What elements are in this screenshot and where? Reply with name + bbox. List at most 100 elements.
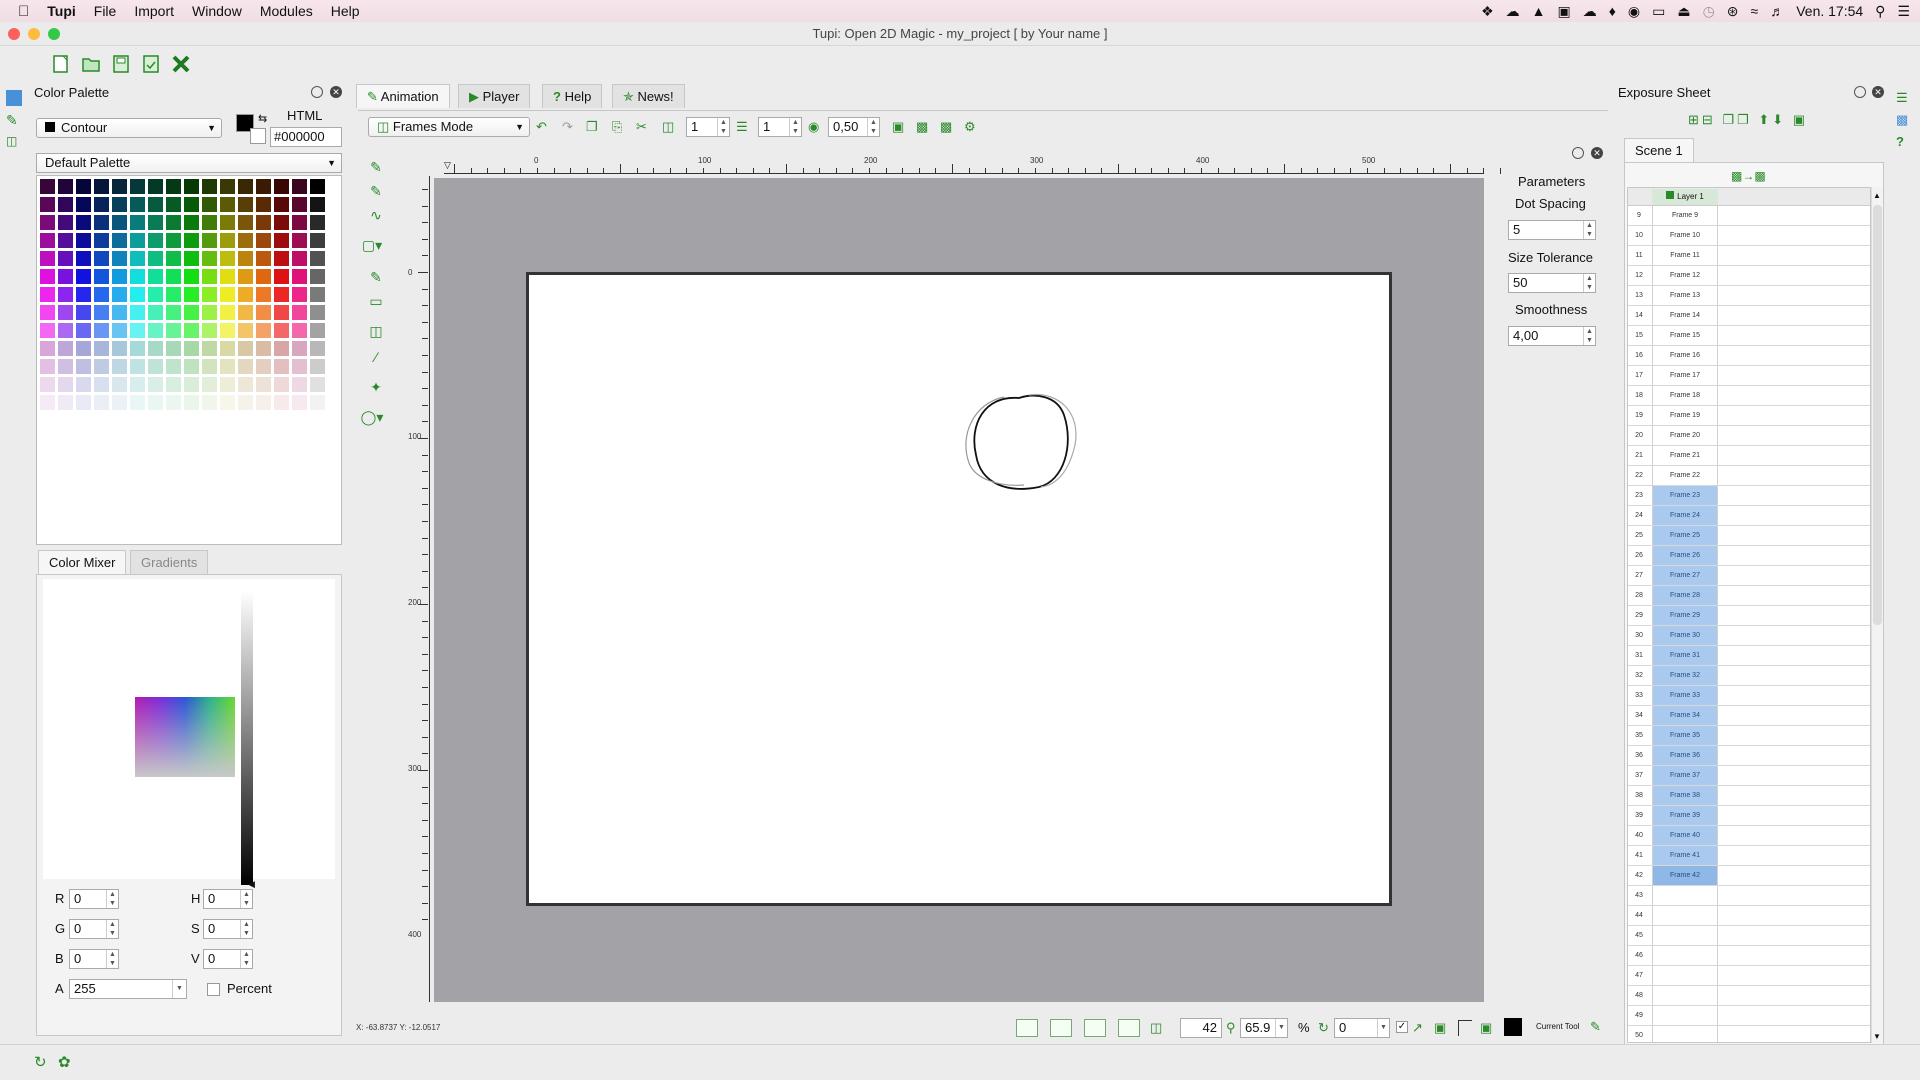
frame-cell[interactable]: Frame 22: [1652, 466, 1718, 485]
table-row[interactable]: 13 Frame 13: [1628, 286, 1870, 306]
move-up-icon[interactable]: ⬆: [1758, 112, 1772, 127]
html-color-input[interactable]: #000000: [270, 127, 342, 147]
previous-onion-skin-input[interactable]: 1 ▲ ▼: [686, 117, 730, 137]
clock[interactable]: Ven. 17:54: [1796, 3, 1863, 19]
frame-cell[interactable]: [1652, 966, 1718, 985]
palette-swatch[interactable]: [201, 232, 218, 249]
palette-swatch[interactable]: [57, 340, 74, 357]
frame-cell[interactable]: Frame 38: [1652, 786, 1718, 805]
palette-swatch[interactable]: [201, 214, 218, 231]
palette-swatch[interactable]: [183, 232, 200, 249]
grid-toggle-icon[interactable]: [1050, 1019, 1072, 1037]
palette-swatch[interactable]: [39, 304, 56, 321]
table-row[interactable]: 11 Frame 11: [1628, 246, 1870, 266]
table-row[interactable]: 38 Frame 38: [1628, 786, 1870, 806]
close-panel-button[interactable]: ✕: [330, 86, 342, 98]
camera-preview-icon[interactable]: ▣: [1480, 1020, 1492, 1036]
frame-cell[interactable]: Frame 19: [1652, 406, 1718, 425]
palette-swatch[interactable]: [129, 178, 146, 195]
table-row[interactable]: 9 Frame 9: [1628, 206, 1870, 226]
delete-icon[interactable]: ◫: [662, 119, 674, 135]
table-row[interactable]: 21 Frame 21: [1628, 446, 1870, 466]
palette-swatch[interactable]: [309, 376, 326, 393]
photo-icon[interactable]: ▣: [1558, 3, 1571, 20]
new-project-icon[interactable]: [50, 53, 72, 75]
frame-cell[interactable]: Frame 20: [1652, 426, 1718, 445]
table-row[interactable]: 14 Frame 14: [1628, 306, 1870, 326]
palette-swatch[interactable]: [291, 250, 308, 267]
table-row[interactable]: 34 Frame 34: [1628, 706, 1870, 726]
palette-swatch[interactable]: [183, 196, 200, 213]
palette-swatch[interactable]: [147, 268, 164, 285]
table-row[interactable]: 42 Frame 42: [1628, 866, 1870, 886]
wifi-icon[interactable]: ≈: [1751, 3, 1759, 19]
frame-cell[interactable]: Frame 30: [1652, 626, 1718, 645]
insert-frame-icon[interactable]: ❐: [1722, 112, 1737, 127]
rotation-select[interactable]: 0 ▼: [1334, 1018, 1390, 1038]
contour-fill-select[interactable]: Contour ▼: [36, 118, 222, 138]
palette-swatch[interactable]: [147, 394, 164, 411]
table-row[interactable]: 22 Frame 22: [1628, 466, 1870, 486]
palette-swatch[interactable]: [273, 322, 290, 339]
subgrid-toggle-icon[interactable]: [1084, 1019, 1106, 1037]
frame-cell[interactable]: Frame 24: [1652, 506, 1718, 525]
palette-swatch[interactable]: [255, 250, 272, 267]
remove-layer-icon[interactable]: ⊟: [1702, 112, 1716, 127]
frame-cell[interactable]: [1652, 1006, 1718, 1025]
polyline-tool-icon[interactable]: ∿: [366, 206, 386, 224]
palette-swatch[interactable]: [201, 196, 218, 213]
palette-swatch[interactable]: [93, 322, 110, 339]
frame-cell[interactable]: Frame 21: [1652, 446, 1718, 465]
frame-cell[interactable]: [1652, 926, 1718, 945]
table-row[interactable]: 31 Frame 31: [1628, 646, 1870, 666]
palette-swatch[interactable]: [111, 394, 128, 411]
bluetooth-icon[interactable]: ⊛: [1727, 3, 1739, 20]
palette-swatch[interactable]: [273, 214, 290, 231]
save-icon[interactable]: [110, 53, 132, 75]
palette-swatch[interactable]: [219, 304, 236, 321]
frame-cell[interactable]: Frame 28: [1652, 586, 1718, 605]
palette-swatch[interactable]: [273, 394, 290, 411]
swap-colors-icon[interactable]: ⇆: [258, 112, 267, 125]
paw-icon[interactable]: ✿: [58, 1053, 71, 1071]
window-minimize-button[interactable]: [28, 28, 40, 40]
shift-tool-icon[interactable]: ◯▾: [361, 408, 384, 426]
palette-swatch[interactable]: [75, 394, 92, 411]
palette-swatch[interactable]: [93, 232, 110, 249]
palette-swatch[interactable]: [39, 322, 56, 339]
palette-swatch[interactable]: [219, 268, 236, 285]
menu-help[interactable]: Help: [322, 3, 369, 19]
frame-cell[interactable]: [1652, 946, 1718, 965]
table-row[interactable]: 50: [1628, 1026, 1870, 1042]
library-dock-icon[interactable]: ◫: [6, 134, 22, 150]
palette-swatch[interactable]: [111, 286, 128, 303]
move-down-icon[interactable]: ⬇: [1772, 112, 1786, 127]
tab-color-mixer[interactable]: Color Mixer: [38, 550, 127, 574]
palette-swatch[interactable]: [183, 322, 200, 339]
frames-mode-select[interactable]: ◫ Frames Mode ▼: [368, 117, 530, 137]
chevron-down-icon[interactable]: ▼: [1275, 1019, 1287, 1037]
b-input[interactable]: 0 ▲ ▼: [69, 949, 119, 969]
palette-swatch[interactable]: [147, 358, 164, 375]
position-tool-icon[interactable]: ✦: [366, 378, 386, 396]
h-input[interactable]: 0 ▲ ▼: [203, 889, 253, 909]
palette-swatch[interactable]: [39, 250, 56, 267]
undo-history-icon[interactable]: ↻: [34, 1053, 47, 1071]
next-onion-skin-input[interactable]: 1 ▲ ▼: [758, 117, 802, 137]
palette-swatch[interactable]: [93, 394, 110, 411]
menu-import[interactable]: Import: [125, 3, 183, 19]
palette-swatch[interactable]: [255, 196, 272, 213]
eject-icon[interactable]: ⏏: [1677, 3, 1690, 20]
exposure-dock-icon[interactable]: ▩: [1896, 112, 1914, 128]
palette-swatch[interactable]: [183, 286, 200, 303]
palette-swatch[interactable]: [165, 178, 182, 195]
palette-swatch[interactable]: [75, 250, 92, 267]
palette-swatch[interactable]: [219, 178, 236, 195]
palette-swatch[interactable]: [165, 340, 182, 357]
frame-cell[interactable]: Frame 10: [1652, 226, 1718, 245]
safe-area-icon[interactable]: [1016, 1019, 1038, 1037]
g-input[interactable]: 0 ▲ ▼: [69, 919, 119, 939]
palette-swatch[interactable]: [255, 214, 272, 231]
palette-swatch[interactable]: [111, 268, 128, 285]
rectangle-tool-icon[interactable]: ▢▾: [362, 236, 382, 254]
